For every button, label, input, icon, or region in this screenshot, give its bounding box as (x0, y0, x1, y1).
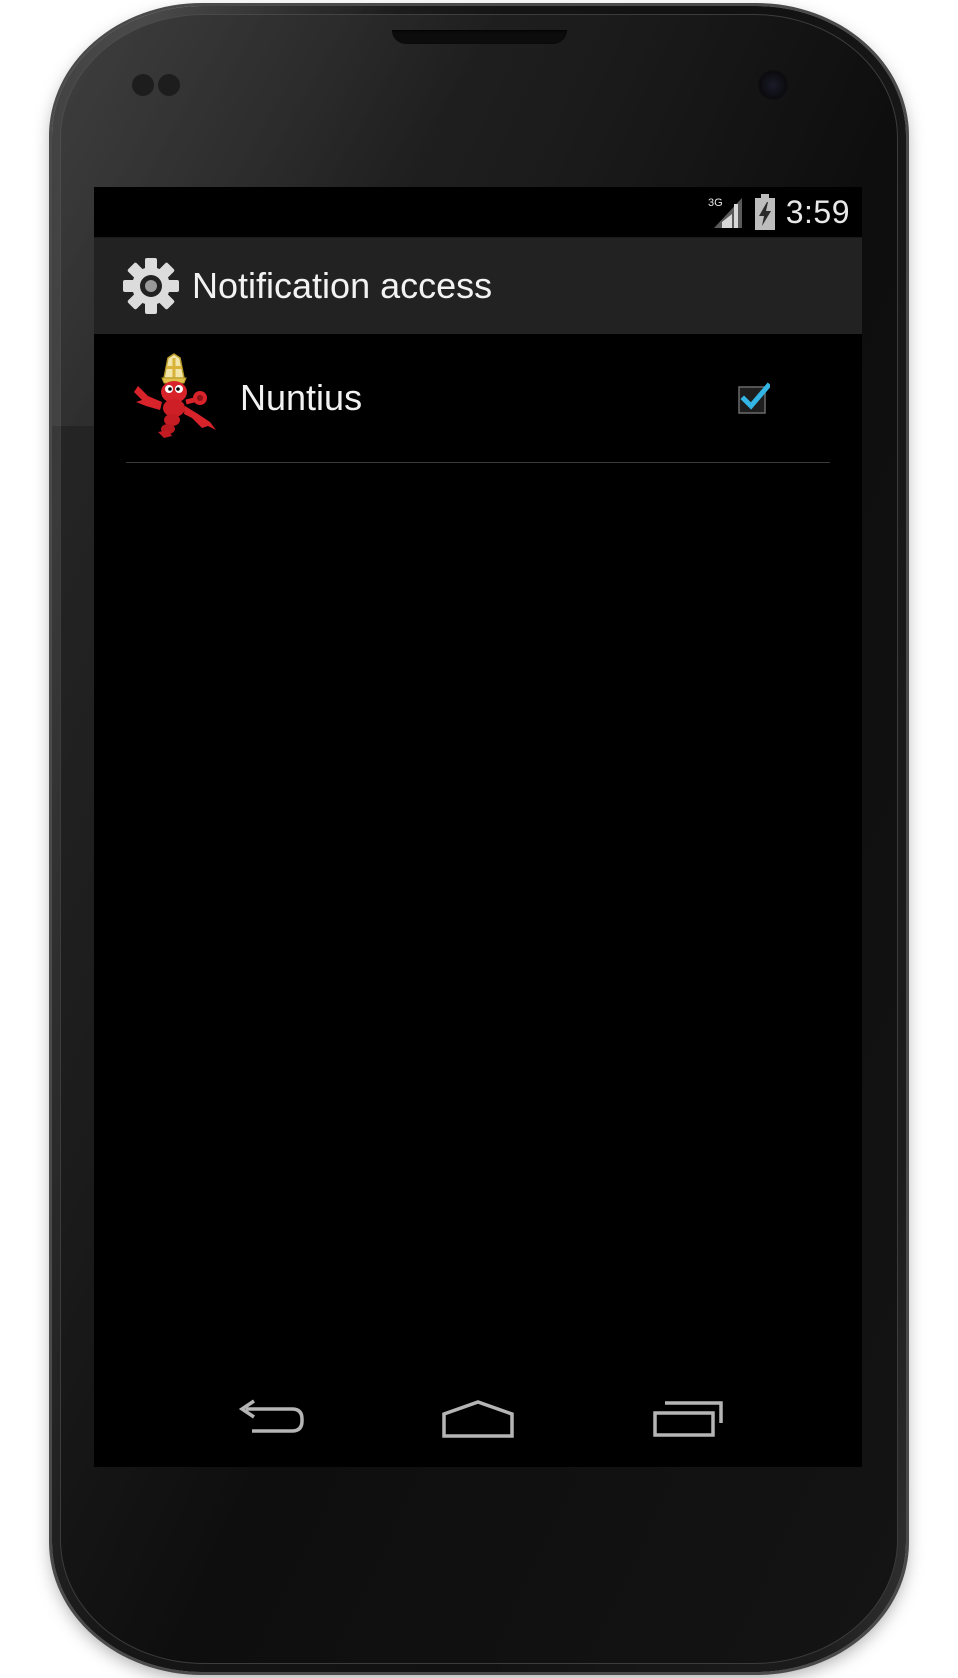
status-clock: 3:59 (785, 193, 850, 230)
enabled-checkbox[interactable] (738, 382, 770, 414)
back-button[interactable] (210, 1389, 330, 1449)
earpiece-speaker (392, 30, 567, 44)
navigation-bar (94, 1371, 862, 1467)
notification-listener-list: Nuntius (126, 334, 830, 463)
light-sensor (158, 74, 180, 96)
battery-charging-icon (754, 194, 775, 230)
status-bar: 3G 3:59 (94, 187, 862, 238)
recent-apps-icon (653, 1401, 723, 1437)
lobster-bishop-app-icon (134, 353, 216, 438)
front-camera (758, 70, 788, 100)
network-type-label: 3G (708, 197, 723, 209)
proximity-sensor (132, 74, 154, 96)
home-button[interactable] (418, 1389, 538, 1449)
app-name-label: Nuntius (240, 377, 363, 418)
screen: 3G 3:59 Notification access Nuntius (94, 187, 862, 1467)
home-icon (442, 1400, 514, 1438)
page-title: Notification access (192, 265, 493, 306)
back-arrow-icon (238, 1399, 304, 1433)
list-item-nuntius[interactable]: Nuntius (126, 334, 830, 463)
status-icons: 3G 3:59 (708, 187, 850, 237)
signal-3g-icon: 3G (708, 197, 742, 228)
action-bar: Notification access (94, 238, 862, 334)
settings-gear-icon[interactable] (122, 257, 180, 315)
recent-apps-button[interactable] (628, 1389, 748, 1449)
